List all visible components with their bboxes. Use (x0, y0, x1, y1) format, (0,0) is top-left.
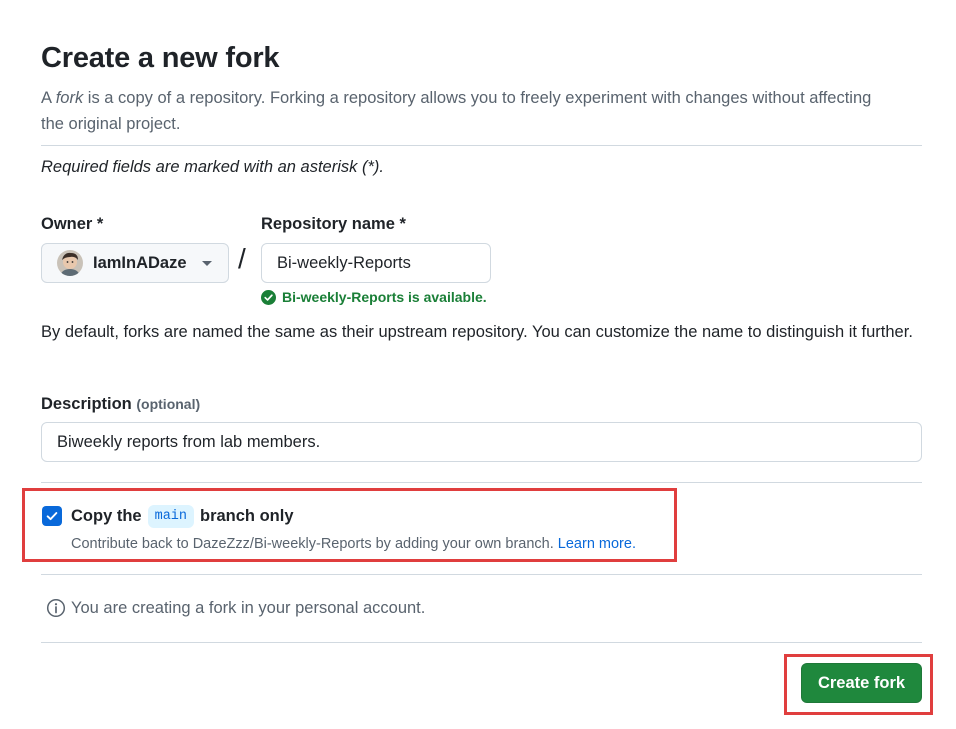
repository-name-label: Repository name * (261, 215, 406, 233)
intro-emphasis: fork (55, 89, 84, 107)
branch-name-code: main (147, 505, 194, 528)
availability-message: Bi-weekly-Reports is available. (261, 289, 487, 305)
check-circle-fill-icon (261, 289, 276, 305)
availability-text: Bi-weekly-Reports is available. (282, 289, 487, 305)
page-description: A fork is a copy of a repository. Forkin… (41, 85, 891, 137)
divider (41, 482, 922, 483)
avatar (57, 250, 83, 276)
description-label: Description (optional) (41, 395, 200, 414)
learn-more-link[interactable]: Learn more. (558, 536, 636, 552)
copy-branch-description: Contribute back to DazeZzz/Bi-weekly-Rep… (71, 536, 636, 552)
checkmark-icon (46, 512, 58, 521)
divider (41, 642, 922, 643)
owner-label: Owner * (41, 215, 104, 233)
copy-sub-text: Contribute back to DazeZzz/Bi-weekly-Rep… (71, 536, 554, 552)
info-icon (46, 598, 66, 618)
copy-label-suffix: branch only (200, 507, 294, 525)
owner-name: IamInADaze (93, 253, 187, 272)
required-fields-note: Required fields are marked with an aster… (41, 158, 384, 176)
personal-account-notice: You are creating a fork in your personal… (46, 598, 425, 618)
intro-prefix: A (41, 89, 56, 107)
optional-label: (optional) (136, 396, 201, 412)
divider (41, 145, 922, 146)
fork-naming-help: By default, forks are named the same as … (41, 323, 913, 341)
copy-branch-label[interactable]: Copy the main branch only (71, 505, 294, 528)
description-input[interactable] (41, 422, 922, 462)
divider (41, 574, 922, 575)
copy-label-prefix: Copy the (71, 507, 142, 525)
page-title: Create a new fork (41, 42, 280, 74)
triangle-down-icon (201, 260, 212, 266)
copy-main-branch-checkbox[interactable] (42, 506, 62, 526)
notice-text: You are creating a fork in your personal… (71, 598, 426, 617)
repository-name-input[interactable] (261, 243, 491, 283)
description-label-text: Description (41, 395, 132, 413)
intro-rest: is a copy of a repository. Forking a rep… (41, 89, 872, 133)
owner-repo-separator: / (238, 243, 246, 274)
create-fork-button[interactable]: Create fork (801, 663, 922, 703)
owner-select-button[interactable]: IamInADaze (41, 243, 229, 283)
